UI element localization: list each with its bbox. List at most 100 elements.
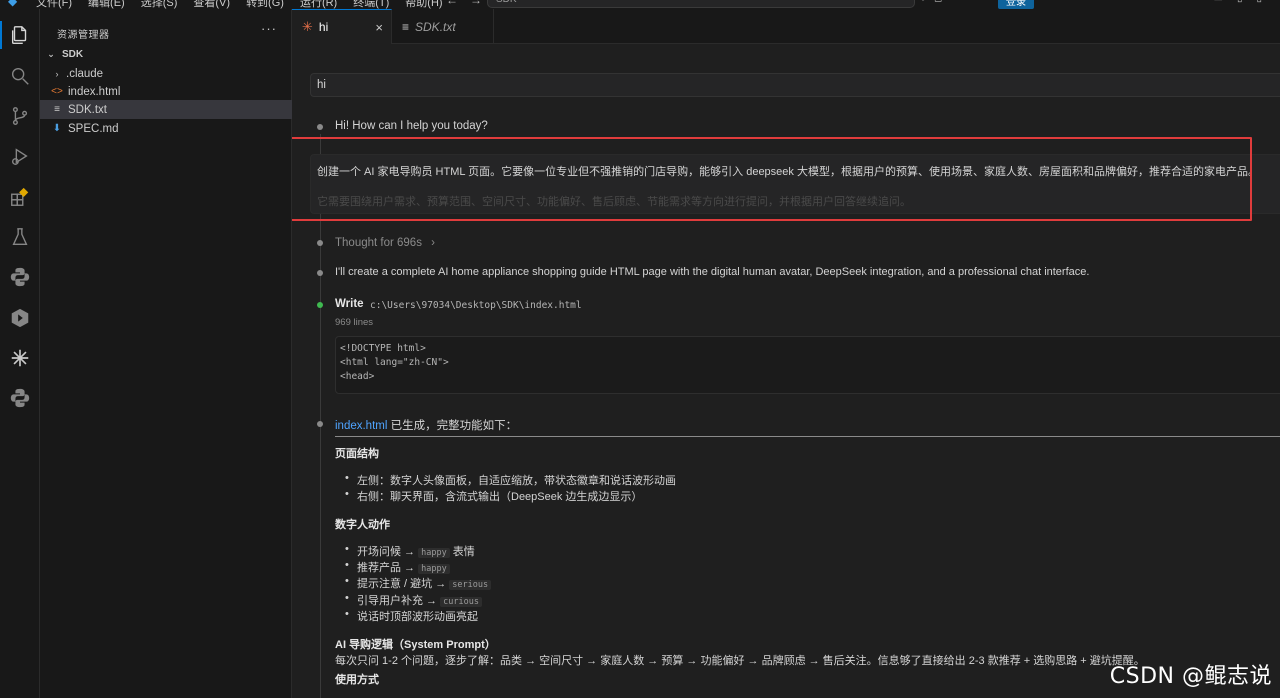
tree-item-label: index.html bbox=[68, 85, 121, 98]
section-heading: AI 导购逻辑（System Prompt） bbox=[335, 639, 496, 651]
claude-icon[interactable] bbox=[0, 340, 40, 376]
thought-label: Thought for 696s bbox=[335, 237, 422, 249]
message-dot bbox=[317, 124, 323, 130]
paragraph: 每次只问 1-2 个问题，逐步了解：品类 → 空间尺寸 → 家庭人数 → 预算 … bbox=[335, 655, 1145, 667]
watermark-text: CSDN @鲲志说 bbox=[1109, 664, 1272, 689]
source-control-icon[interactable] bbox=[0, 98, 40, 134]
tab-label: SDK.txt bbox=[415, 19, 456, 34]
menu-selection[interactable]: 选择(S) bbox=[141, 0, 178, 9]
close-icon[interactable]: × bbox=[375, 20, 383, 35]
red-highlight-box bbox=[292, 137, 1252, 221]
list-item: 引导用户补充 → curious bbox=[345, 592, 482, 608]
python-icon[interactable] bbox=[0, 259, 40, 295]
message-dot bbox=[317, 240, 323, 246]
line-count: 969 lines bbox=[335, 317, 374, 328]
tool-status-dot bbox=[317, 302, 323, 308]
menu-help[interactable]: 帮助(H) bbox=[405, 0, 442, 9]
list-item-text: 开场问候 → bbox=[357, 546, 419, 558]
section-heading: 使用方式 bbox=[335, 674, 379, 686]
run-debug-icon[interactable] bbox=[0, 138, 40, 174]
list-item: 推荐产品 → happy bbox=[345, 559, 450, 575]
section-heading: 页面结构 bbox=[335, 448, 379, 460]
tree-item-sdk-txt[interactable]: ≡ SDK.txt bbox=[40, 100, 292, 119]
tab-sdk-txt[interactable]: ≡ SDK.txt bbox=[392, 9, 494, 44]
message-dot bbox=[317, 270, 323, 276]
tab-hi[interactable]: ✳ hi × bbox=[292, 9, 392, 44]
vscode-logo-icon: ◆ bbox=[8, 0, 18, 8]
list-item-text: 推荐产品 → bbox=[357, 562, 419, 574]
python-env-icon[interactable] bbox=[0, 380, 40, 416]
tool-name: Write bbox=[335, 298, 364, 310]
nav-arrows: ← → bbox=[446, 0, 482, 7]
tree-item-label: SDK.txt bbox=[68, 103, 107, 116]
emotion-tag: curious bbox=[440, 597, 482, 607]
thought-toggle[interactable]: Thought for 696s › bbox=[335, 237, 435, 249]
command-center-search[interactable]: SDK bbox=[487, 0, 915, 8]
list-item: 右侧：聊天界面，含流式输出（DeepSeek 边生成边显示） bbox=[345, 488, 642, 504]
emotion-tag: happy bbox=[418, 548, 450, 558]
copilot-icon[interactable]: ● bbox=[920, 0, 926, 4]
layout-icon[interactable]: ▭ bbox=[1214, 0, 1223, 4]
divider bbox=[335, 436, 1280, 437]
markdown-file-icon: ⬇ bbox=[52, 123, 62, 134]
editor-tabs: ✳ hi × ≡ SDK.txt bbox=[292, 9, 1280, 44]
tree-root-sdk[interactable]: ⌄ SDK bbox=[40, 45, 292, 64]
title-bar: ◆ 文件(F) 编辑(E) 选择(S) 查看(V) 转到(G) 运行(R) 终端… bbox=[0, 0, 1280, 9]
user-message: hi bbox=[310, 73, 1280, 97]
text-file-icon: ≡ bbox=[402, 19, 410, 34]
file-link[interactable]: index.html bbox=[335, 420, 387, 432]
list-item: 左侧：数字人头像面板，自适应缩放，带状态徽章和说话波形动画 bbox=[345, 472, 676, 488]
remote-explorer-icon[interactable] bbox=[0, 300, 40, 336]
menu-go[interactable]: 转到(G) bbox=[246, 0, 284, 9]
chevron-right-icon: › bbox=[431, 237, 435, 249]
tree-item-claude[interactable]: › .claude bbox=[40, 64, 292, 83]
extensions-icon[interactable] bbox=[0, 179, 40, 215]
login-button[interactable]: 登录 bbox=[998, 0, 1034, 9]
forward-arrow-icon[interactable]: → bbox=[470, 0, 482, 7]
user-message-text: hi bbox=[317, 79, 326, 91]
search-icon[interactable] bbox=[0, 58, 40, 94]
emotion-tag: happy bbox=[418, 564, 450, 574]
explorer-header: 资源管理器 bbox=[57, 30, 110, 41]
summary-text: 已生成，完整功能如下： bbox=[387, 420, 518, 432]
list-item: 开场问候 → happy 表情 bbox=[345, 543, 475, 559]
code-line: <head> bbox=[340, 371, 375, 382]
assistant-message: I'll create a complete AI home appliance… bbox=[335, 266, 1090, 278]
claude-tab-icon: ✳ bbox=[302, 19, 313, 34]
back-arrow-icon[interactable]: ← bbox=[446, 0, 458, 7]
list-item-text: 提示注意 / 避坑 → bbox=[357, 578, 450, 590]
code-preview[interactable]: <!DOCTYPE html> <html lang="zh-CN"> <hea… bbox=[335, 336, 1280, 394]
tree-root-label: SDK bbox=[62, 49, 84, 60]
list-item: 说话时顶部波形动画亮起 bbox=[345, 608, 478, 624]
panel-icon[interactable]: ▯ bbox=[1237, 0, 1243, 4]
menu-run[interactable]: 运行(R) bbox=[300, 0, 337, 9]
explorer-sidebar: 资源管理器 ··· ⌄ SDK › .claude <> index.html … bbox=[40, 9, 292, 698]
tab-label: hi bbox=[318, 20, 329, 34]
chevron-right-icon: › bbox=[55, 68, 59, 79]
tree-item-label: SPEC.md bbox=[68, 122, 119, 135]
menu-edit[interactable]: 编辑(E) bbox=[88, 0, 125, 9]
section-heading: 数字人动作 bbox=[335, 519, 390, 531]
code-line: <!DOCTYPE html> bbox=[340, 343, 426, 354]
sidebar-toggle-icon[interactable]: ▯ bbox=[1256, 0, 1262, 4]
code-line: <html lang="zh-CN"> bbox=[340, 357, 449, 368]
list-item-suffix: 表情 bbox=[449, 546, 475, 558]
text-file-icon: ≡ bbox=[54, 104, 60, 115]
tree-item-spec-md[interactable]: ⬇ SPEC.md bbox=[40, 119, 292, 138]
menu-bar: 文件(F) 编辑(E) 选择(S) 查看(V) 转到(G) 运行(R) 终端(T… bbox=[36, 0, 443, 9]
more-actions-icon[interactable]: ··· bbox=[261, 21, 277, 36]
html-file-icon: <> bbox=[51, 86, 63, 97]
menu-view[interactable]: 查看(V) bbox=[193, 0, 230, 9]
menu-file[interactable]: 文件(F) bbox=[36, 0, 72, 9]
testing-icon[interactable] bbox=[0, 219, 40, 255]
explorer-icon[interactable] bbox=[0, 17, 40, 53]
tree-item-index-html[interactable]: <> index.html bbox=[40, 82, 292, 101]
menu-terminal[interactable]: 终端(T) bbox=[353, 0, 389, 9]
message-dot bbox=[317, 421, 323, 427]
activity-bar bbox=[0, 9, 40, 698]
window-controls: ▭ ▯ ▯ bbox=[1214, 0, 1262, 4]
emotion-tag: serious bbox=[449, 580, 492, 590]
tool-file-path[interactable]: c:\Users\97034\Desktop\SDK\index.html bbox=[370, 300, 582, 311]
chat-icon[interactable]: ◻ bbox=[934, 0, 942, 4]
summary-line: index.html 已生成，完整功能如下： bbox=[335, 417, 517, 433]
